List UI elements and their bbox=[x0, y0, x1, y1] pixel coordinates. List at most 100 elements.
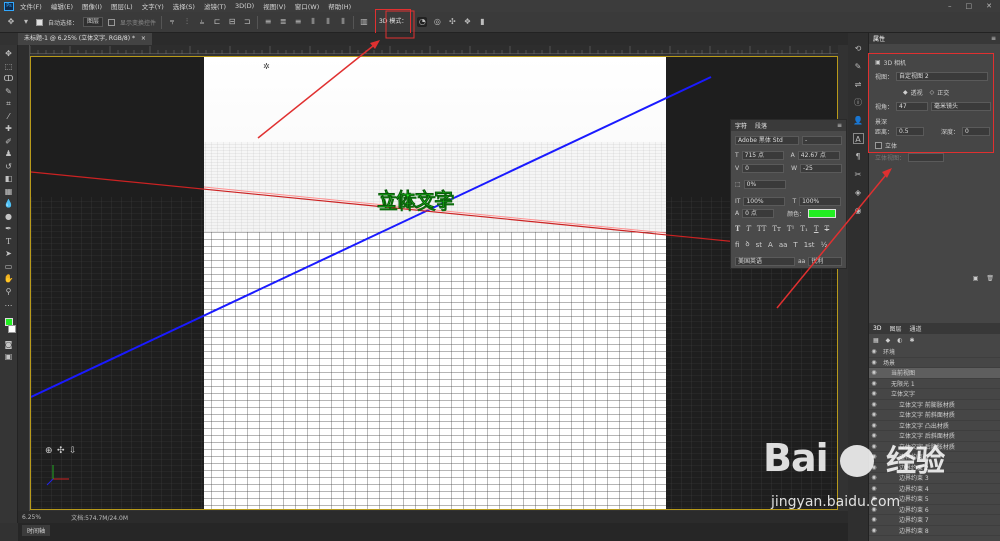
background-color-swatch[interactable] bbox=[7, 324, 16, 333]
quick-mask-icon[interactable]: ◙ bbox=[3, 340, 15, 350]
blur-tool-icon[interactable]: 💧 bbox=[3, 199, 15, 209]
layer-row[interactable]: ◉ 立体文字 bbox=[869, 389, 1000, 400]
distance-field[interactable]: 0.5 bbox=[896, 127, 925, 136]
kerning-field[interactable]: 0 bbox=[742, 164, 785, 173]
3d-text-object[interactable]: 立体文字 立体文字 bbox=[377, 188, 455, 214]
trash-icon[interactable]: 🗑 bbox=[986, 275, 994, 282]
zoom-level[interactable]: 6.25% bbox=[22, 514, 41, 521]
horizontal-scale-field[interactable]: 100% bbox=[799, 197, 842, 206]
camera-widget-icon[interactable]: ⇩ bbox=[69, 446, 77, 456]
filter-scene-icon[interactable]: ▦ bbox=[873, 337, 879, 344]
canvas-viewport[interactable]: 立体文字 立体文字 ✲ ⊕ ✣ ⇩ bbox=[30, 56, 838, 510]
show-transform-checkbox[interactable] bbox=[108, 18, 116, 26]
zoom-tool-icon[interactable]: ⚲ bbox=[3, 287, 15, 297]
lasso-tool-icon[interactable]: ↀ bbox=[3, 74, 15, 84]
fov-unit-select[interactable]: 毫米镜头 bbox=[931, 102, 992, 111]
distribute-bottom-icon[interactable]: ≡ bbox=[293, 17, 303, 27]
tab-channels[interactable]: 通道 bbox=[909, 324, 921, 333]
layer-row[interactable]: ◉ 当前视图 bbox=[869, 368, 1000, 379]
3d-slide-icon[interactable]: ❖ bbox=[462, 17, 472, 27]
tab-timeline[interactable]: 时间轴 bbox=[22, 525, 51, 536]
font-size-field[interactable]: 715 点 bbox=[741, 151, 784, 160]
filter-light-icon[interactable]: ✱ bbox=[910, 337, 915, 344]
half-button[interactable]: ½ bbox=[821, 241, 828, 249]
document-tab[interactable]: 未标题-1 @ 6.25% (立体文字, RGB/8) * × bbox=[18, 33, 152, 45]
menu-type[interactable]: 文字(Y) bbox=[142, 1, 164, 11]
pan-widget-icon[interactable]: ✣ bbox=[57, 446, 65, 456]
screen-mode-icon[interactable]: ▣ bbox=[3, 352, 15, 362]
menu-help[interactable]: 帮助(H) bbox=[328, 1, 351, 11]
paragraph-panel-icon[interactable]: ¶ bbox=[853, 151, 864, 162]
menu-layer[interactable]: 图层(L) bbox=[111, 1, 133, 11]
align-right-icon[interactable]: ⊐ bbox=[242, 17, 252, 27]
auto-align-icon[interactable]: ▥ bbox=[359, 17, 369, 27]
visibility-eye-icon[interactable]: ◉ bbox=[869, 359, 879, 366]
history-panel-icon[interactable]: ⟲ bbox=[853, 43, 864, 54]
chevron-down-icon[interactable]: ▾ bbox=[21, 17, 31, 27]
vertical-scale-field[interactable]: 100% bbox=[743, 197, 786, 206]
layer-row[interactable]: ◉ 无限光 1 bbox=[869, 379, 1000, 389]
layer-row[interactable]: ◉ 场景 bbox=[869, 358, 1000, 368]
pen-tool-icon[interactable]: ✒ bbox=[3, 224, 15, 234]
perspective-icon[interactable]: ◆ bbox=[903, 89, 908, 96]
distribute-right-icon[interactable]: ⦀ bbox=[338, 17, 348, 27]
visibility-eye-icon[interactable]: ◉ bbox=[869, 380, 879, 387]
hand-tool-icon[interactable]: ✋ bbox=[3, 274, 15, 284]
quick-select-tool-icon[interactable]: ✎ bbox=[3, 87, 15, 97]
align-bottom-icon[interactable]: ⫨ bbox=[197, 17, 207, 27]
tsume-field[interactable]: 0% bbox=[743, 180, 786, 189]
distribute-hcenter-icon[interactable]: ⦀ bbox=[323, 17, 333, 27]
visibility-eye-icon[interactable]: ◉ bbox=[869, 348, 879, 355]
tab-3d[interactable]: 3D bbox=[873, 325, 881, 332]
fractions-button[interactable]: 1st bbox=[804, 241, 815, 249]
leading-field[interactable]: 42.67 点 bbox=[797, 151, 840, 160]
visibility-eye-icon[interactable]: ◉ bbox=[869, 411, 879, 418]
more-tools-icon[interactable]: … bbox=[3, 299, 15, 309]
character-panel-icon[interactable]: A bbox=[852, 133, 864, 144]
path-select-icon[interactable]: ➤ bbox=[3, 249, 15, 259]
ortho-icon[interactable]: ◇ bbox=[930, 89, 935, 96]
layer-row[interactable]: ◉ 立体文字 凸出材质 bbox=[869, 421, 1000, 431]
stereo-checkbox[interactable] bbox=[875, 142, 882, 149]
clone-stamp-icon[interactable]: ♟ bbox=[3, 149, 15, 159]
tab-character[interactable]: 字符 bbox=[735, 121, 747, 130]
menu-file[interactable]: 文件(F) bbox=[20, 1, 42, 11]
depth-field[interactable]: 0 bbox=[962, 127, 991, 136]
document-info[interactable]: 文档:574.7M/24.0M bbox=[71, 513, 128, 522]
distribute-left-icon[interactable]: ⦀ bbox=[308, 17, 318, 27]
healing-brush-icon[interactable]: ✚ bbox=[3, 124, 15, 134]
small-caps-button[interactable]: Tᴛ bbox=[772, 225, 781, 233]
menu-3d[interactable]: 3D(D) bbox=[235, 2, 254, 10]
layer-row[interactable]: ◉ 环境 bbox=[869, 347, 1000, 358]
filter-mesh-icon[interactable]: ◆ bbox=[886, 337, 891, 344]
ligature-button[interactable]: fi bbox=[735, 241, 739, 249]
superscript-button[interactable]: T¹ bbox=[787, 225, 794, 233]
visibility-eye-icon[interactable]: ◉ bbox=[869, 401, 879, 408]
menu-window[interactable]: 窗口(W) bbox=[295, 1, 320, 11]
text-color-swatch[interactable] bbox=[808, 209, 837, 218]
eraser-tool-icon[interactable]: ◧ bbox=[3, 174, 15, 184]
tools-preset-icon[interactable]: ✂ bbox=[853, 169, 864, 180]
menu-edit[interactable]: 编辑(E) bbox=[51, 1, 73, 11]
tab-paragraph[interactable]: 段落 bbox=[755, 121, 767, 130]
menu-filter[interactable]: 滤镜(T) bbox=[204, 1, 226, 11]
eyedropper-tool-icon[interactable]: ⁄ bbox=[3, 112, 15, 122]
baseline-field[interactable]: 0 点 bbox=[742, 209, 775, 218]
auto-select-checkbox[interactable] bbox=[36, 18, 43, 26]
info-panel-icon[interactable]: ⓘ bbox=[853, 97, 864, 108]
layer-row[interactable]: ◉ 边界约束 8 bbox=[869, 526, 1000, 536]
move-tool-icon[interactable]: ✥ bbox=[3, 49, 15, 59]
language-select[interactable]: 美国英语 bbox=[735, 257, 795, 266]
close-icon[interactable]: × bbox=[141, 35, 146, 42]
brush-panel-icon[interactable]: ✎ bbox=[853, 61, 864, 72]
crop-tool-icon[interactable]: ⌗ bbox=[3, 99, 15, 109]
menu-view[interactable]: 视图(V) bbox=[263, 1, 286, 11]
visibility-eye-icon[interactable]: ◉ bbox=[869, 527, 879, 534]
history-brush-icon[interactable]: ↺ bbox=[3, 162, 15, 172]
adjust-panel-icon[interactable]: ⇌ bbox=[853, 79, 864, 90]
filter-material-icon[interactable]: ◐ bbox=[897, 337, 902, 344]
tab-layers[interactable]: 图层 bbox=[889, 324, 901, 333]
align-left-icon[interactable]: ⊏ bbox=[212, 17, 222, 27]
panel-menu-icon[interactable]: ≡ bbox=[837, 122, 842, 129]
3d-roll-icon[interactable]: ◎ bbox=[432, 17, 442, 27]
